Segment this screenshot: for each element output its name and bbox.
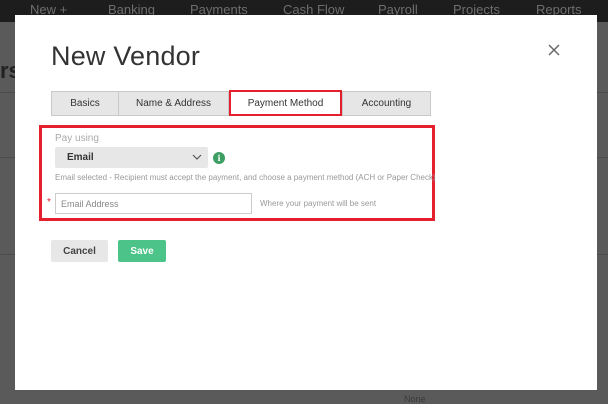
chevron-down-icon: [192, 154, 202, 160]
cancel-button[interactable]: Cancel: [51, 240, 108, 262]
pay-using-label: Pay using: [55, 133, 99, 144]
background-cell-fragment: None: [404, 394, 426, 404]
tab-payment-method[interactable]: Payment Method: [229, 90, 342, 116]
tab-accounting[interactable]: Accounting: [342, 91, 431, 116]
email-hint-text: Where your payment will be sent: [260, 199, 377, 208]
tab-name-address[interactable]: Name & Address: [118, 91, 229, 116]
modal-title: New Vendor: [51, 41, 201, 71]
close-icon[interactable]: [545, 41, 563, 59]
new-vendor-modal: New Vendor Basics Name & Address Payment…: [15, 15, 597, 390]
tab-basics[interactable]: Basics: [51, 91, 119, 116]
save-button[interactable]: Save: [118, 240, 166, 262]
payment-method-select[interactable]: Email: [55, 147, 208, 168]
payment-helper-text: Email selected - Recipient must accept t…: [55, 173, 436, 182]
email-address-input[interactable]: [55, 193, 252, 214]
info-icon[interactable]: i: [213, 152, 225, 164]
payment-method-section: Pay using Email i Email selected - Recip…: [39, 125, 436, 221]
payment-method-value: Email: [67, 152, 94, 163]
required-marker: *: [47, 197, 51, 208]
